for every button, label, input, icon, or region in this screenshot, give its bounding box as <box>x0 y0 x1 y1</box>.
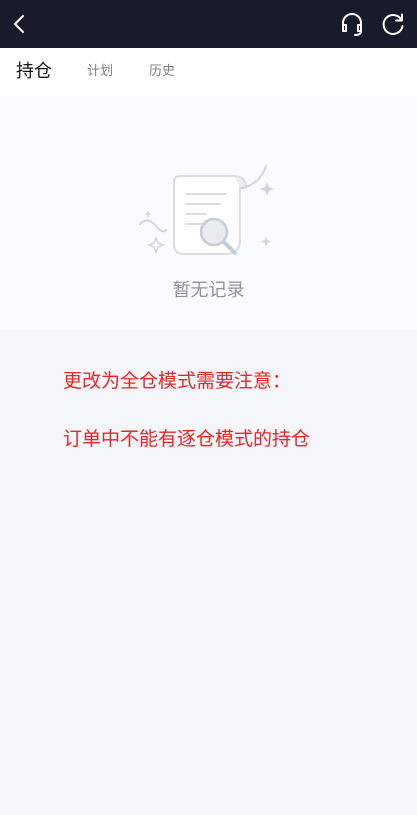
tab-positions[interactable]: 持仓 <box>16 48 52 96</box>
tab-plans[interactable]: 计划 <box>87 48 113 96</box>
empty-state: 暂无记录 <box>0 96 417 330</box>
chevron-left-icon[interactable] <box>4 8 36 40</box>
tab-history[interactable]: 历史 <box>149 48 175 96</box>
headset-icon[interactable] <box>336 8 368 40</box>
empty-document-search-icon <box>136 158 280 270</box>
empty-state-text: 暂无记录 <box>172 280 245 301</box>
notice-line-2: 订单中不能有逐仓模式的持仓 <box>63 428 311 450</box>
top-bar <box>0 0 417 48</box>
refresh-icon[interactable] <box>377 8 409 40</box>
notice-line-1: 更改为全仓模式需要注意： <box>63 370 292 392</box>
tab-bar: 持仓 计划 历史 <box>0 48 417 96</box>
notice-area <box>0 330 417 815</box>
